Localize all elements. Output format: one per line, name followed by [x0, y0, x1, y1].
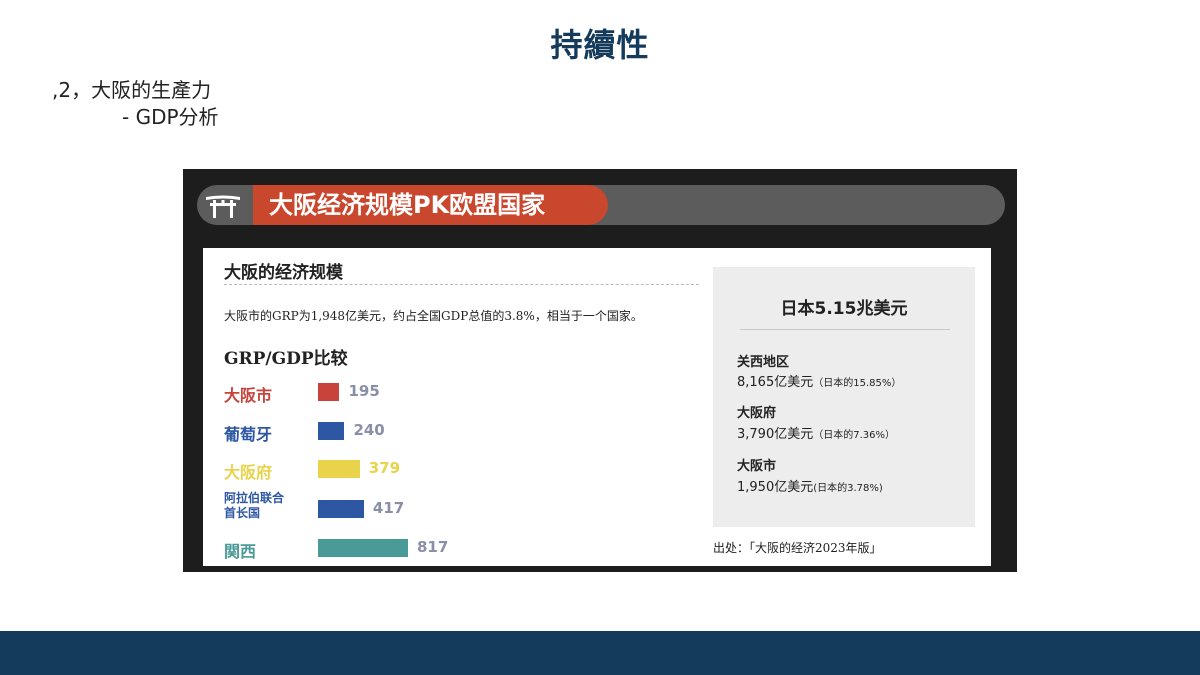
bar-label-line: 関西	[224, 542, 257, 561]
region-name-kansai: 关西地区	[737, 355, 790, 370]
region-name-osaka-pref: 大阪府	[737, 406, 777, 421]
bar-label: 葡萄牙	[224, 421, 272, 445]
region-share: （日本的15.85%）	[813, 378, 902, 389]
source-citation: 出处：「大阪的经济2023年版」	[713, 541, 882, 555]
bar-label-line: 大阪府	[224, 463, 273, 482]
torii-gate-icon	[206, 195, 240, 218]
japan-total: 日本5.15兆美元	[780, 299, 908, 319]
content-panel: 大阪的经济规模 大阪市的GRP为1,948亿美元，约占全国GDP总值的3.8%，…	[203, 248, 991, 566]
bar-label-line: 阿拉伯联合	[224, 491, 285, 505]
region-amount: 1,950亿美元	[737, 480, 814, 495]
description-text: 大阪市的GRP为1,948亿美元，约占全国GDP总值的3.8%，相当于一个国家。	[224, 309, 643, 323]
bar-value-label: 195	[348, 382, 380, 400]
bar-label: 阿拉伯联合 首长国	[224, 491, 284, 521]
slide-title: 持續性	[550, 26, 650, 64]
banner-title: 大阪经济规模PK欧盟国家	[253, 185, 608, 225]
bar-label-line: 大阪市	[224, 386, 273, 405]
region-value-osaka-city: 1,950亿美元(日本的3.78%)	[737, 476, 883, 495]
bar-label: 大阪市	[224, 382, 272, 406]
bar-value-label: 417	[372, 499, 405, 517]
summary-divider	[740, 329, 950, 330]
region-value-osaka-pref: 3,790亿美元（日本的7.36%）	[737, 423, 895, 442]
bar-label-line: 首长国	[224, 506, 261, 520]
japan-summary-box: 日本5.15兆美元 关西地区 8,165亿美元（日本的15.85%） 大阪府 3…	[713, 267, 975, 527]
bar	[318, 500, 364, 518]
outline-level-1: ,2，大阪的生產力	[52, 78, 212, 102]
footer-band	[0, 631, 1200, 675]
comparison-title: GRP/GDP比较	[224, 349, 348, 369]
infographic-image: 大阪经济规模PK欧盟国家 大阪的经济规模 大阪市的GRP为1,948亿美元，约占…	[183, 169, 1017, 572]
bar	[318, 460, 360, 478]
region-amount: 8,165亿美元	[737, 375, 814, 390]
bar	[318, 383, 340, 401]
region-amount: 3,790亿美元	[737, 427, 814, 442]
region-share: （日本的7.36%）	[813, 430, 895, 441]
bar-label-line: 葡萄牙	[224, 425, 273, 444]
bar-label: 関西	[224, 538, 256, 562]
section-divider	[224, 284, 699, 285]
outline-level-2: - GDP分析	[122, 105, 219, 129]
section-title: 大阪的经济规模	[224, 263, 343, 283]
region-name-osaka-city: 大阪市	[737, 459, 777, 474]
bar	[318, 422, 345, 440]
bar-value-label: 240	[353, 421, 385, 439]
region-value-kansai: 8,165亿美元（日本的15.85%）	[737, 371, 901, 390]
bar-value-label: 817	[417, 538, 449, 556]
region-share: (日本的3.78%)	[813, 483, 883, 494]
bar-label: 大阪府	[224, 459, 272, 483]
bar	[318, 539, 408, 557]
bar-value-label: 379	[368, 459, 401, 477]
